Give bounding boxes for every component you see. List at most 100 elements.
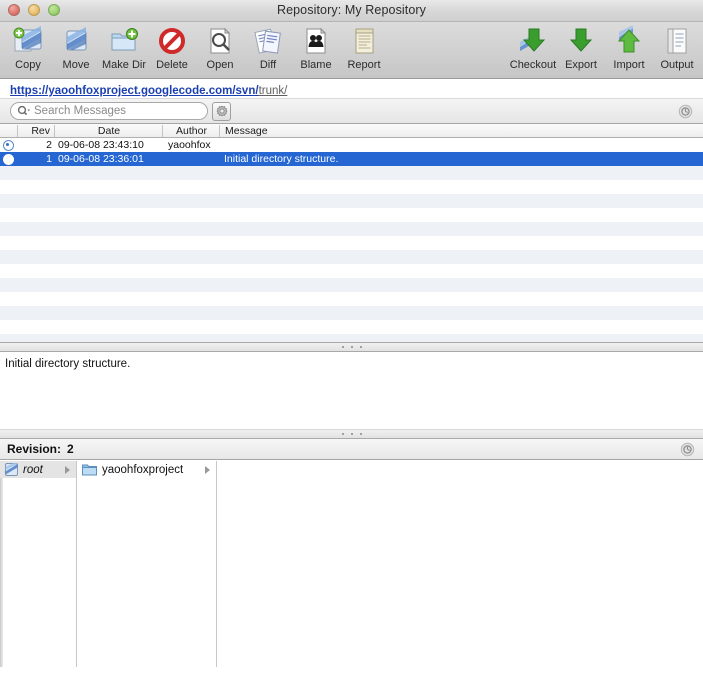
stop-progress-icon[interactable] <box>678 104 693 119</box>
search-input[interactable]: Search Messages <box>10 102 208 120</box>
diff-icon <box>253 24 283 58</box>
splitter-message-browser[interactable] <box>0 430 703 439</box>
row-author <box>168 153 218 166</box>
commit-message-pane[interactable]: Initial directory structure. <box>0 352 703 430</box>
report-icon <box>349 24 379 58</box>
toolbar-make-dir-label: Make Dir <box>101 59 146 71</box>
toolbar-make-dir-button[interactable]: Make Dir <box>100 24 148 71</box>
table-row-empty[interactable] <box>0 208 703 222</box>
toolbar-checkout-button[interactable]: Checkout <box>509 24 557 71</box>
column-header-message-label: Message <box>225 125 268 137</box>
toolbar-export-label: Export <box>565 59 597 71</box>
column-header-message[interactable]: Message <box>220 125 703 137</box>
search-options-button[interactable] <box>212 102 231 121</box>
row-date: 09-06-08 23:43:10 <box>58 139 144 151</box>
blame-icon <box>301 24 331 58</box>
browser-column-3[interactable] <box>217 461 703 667</box>
table-row-empty[interactable] <box>0 292 703 306</box>
move-svn-icon <box>61 24 91 58</box>
gear-icon <box>215 105 229 119</box>
toolbar-delete-button[interactable]: Delete <box>148 24 196 71</box>
table-row-empty[interactable] <box>0 236 703 250</box>
repository-url-base[interactable]: https://yaoohfoxproject.googlecode.com/s… <box>10 85 259 97</box>
table-row-empty[interactable] <box>0 250 703 264</box>
splitter-grip <box>338 432 365 437</box>
toolbar-move-button[interactable]: Move <box>52 24 100 71</box>
row-status-bullet <box>3 139 17 152</box>
chevron-right-icon <box>205 466 210 474</box>
toolbar-blame-button[interactable]: Blame <box>292 24 340 71</box>
row-status-bullet <box>3 153 17 166</box>
stop-progress-icon[interactable] <box>680 442 695 457</box>
copy-svn-icon <box>13 24 43 58</box>
splitter-grip <box>338 345 365 350</box>
table-row-empty[interactable] <box>0 334 703 342</box>
toolbar-diff-button[interactable]: Diff <box>244 24 292 71</box>
table-row-empty[interactable] <box>0 180 703 194</box>
repository-path-bar[interactable]: https://yaoohfoxproject.googlecode.com/s… <box>0 79 703 99</box>
revision-label-group: Revision: 2 <box>7 442 74 456</box>
browser-item-yaoohfoxproject[interactable]: yaoohfoxproject <box>77 461 216 478</box>
toolbar-move-label: Move <box>62 59 90 71</box>
column-header-rev[interactable]: Rev <box>18 125 55 137</box>
table-row-empty[interactable] <box>0 306 703 320</box>
revision-label: Revision: <box>7 442 62 456</box>
toolbar-open-label: Open <box>206 59 234 71</box>
browser-column-1[interactable]: root <box>0 461 77 667</box>
make-dir-icon <box>109 24 139 58</box>
toolbar-open-button[interactable]: Open <box>196 24 244 71</box>
toolbar-output-button[interactable]: Output <box>653 24 701 71</box>
table-row-empty[interactable] <box>0 194 703 208</box>
title-bar: Repository: My Repository <box>0 0 703 22</box>
commit-message-text: Initial directory structure. <box>5 358 131 370</box>
column-header-author[interactable]: Author <box>163 125 220 137</box>
revision-value: 2 <box>67 442 74 456</box>
table-row-empty[interactable] <box>0 264 703 278</box>
table-row-empty[interactable] <box>0 278 703 292</box>
toolbar-checkout-label: Checkout <box>509 59 557 71</box>
search-placeholder-text: Search Messages <box>34 105 127 117</box>
splitter-log-message[interactable] <box>0 343 703 352</box>
toolbar-right-group: Checkout Export Import Output <box>509 24 701 71</box>
import-icon <box>614 24 644 58</box>
browser-item-label: yaoohfoxproject <box>102 463 184 476</box>
log-table-header: Rev Date Author Message <box>0 124 703 138</box>
toolbar-report-button[interactable]: Report <box>340 24 388 71</box>
table-row-empty[interactable] <box>0 320 703 334</box>
table-row-empty[interactable] <box>0 166 703 180</box>
column-header-date[interactable]: Date <box>55 125 163 137</box>
toolbar-import-label: Import <box>613 59 645 71</box>
folder-icon <box>82 463 97 476</box>
toolbar-copy-label: Copy <box>15 59 41 71</box>
repository-window: Repository: My Repository Copy Move Make… <box>0 0 703 679</box>
repository-column-browser[interactable]: root yaoohfoxproject <box>0 460 703 667</box>
row-author: yaoohfox <box>168 139 211 151</box>
svn-root-icon <box>5 463 18 476</box>
column-header-rev-label: Rev <box>31 125 50 137</box>
row-message: Initial directory structure. <box>224 153 339 165</box>
table-row[interactable]: 1 09-06-08 23:36:01 Initial directory st… <box>0 152 703 166</box>
column-header-bullet[interactable] <box>0 125 18 137</box>
repository-url-tail[interactable]: trunk/ <box>259 85 288 97</box>
search-icon <box>17 105 30 117</box>
chevron-right-icon <box>65 466 70 474</box>
column-header-date-label: Date <box>97 125 121 137</box>
toolbar-copy-button[interactable]: Copy <box>4 24 52 71</box>
row-date: 09-06-08 23:36:01 <box>58 153 144 165</box>
browser-item-root[interactable]: root <box>0 461 76 478</box>
column-header-author-label: Author <box>176 125 207 137</box>
browser-column-2[interactable]: yaoohfoxproject <box>77 461 217 667</box>
toolbar-diff-label: Diff <box>259 59 277 71</box>
log-table-body[interactable]: 2 09-06-08 23:43:10 yaoohfox 1 09-06-08 … <box>0 138 703 343</box>
search-bar: Search Messages <box>0 99 703 124</box>
open-icon <box>205 24 235 58</box>
checkout-icon <box>518 24 548 58</box>
table-row-empty[interactable] <box>0 222 703 236</box>
export-icon <box>566 24 596 58</box>
browser-item-label: root <box>23 463 43 476</box>
toolbar-export-button[interactable]: Export <box>557 24 605 71</box>
toolbar-report-label: Report <box>347 59 381 71</box>
toolbar-import-button[interactable]: Import <box>605 24 653 71</box>
table-row[interactable]: 2 09-06-08 23:43:10 yaoohfox <box>0 138 703 152</box>
toolbar-output-label: Output <box>660 59 694 71</box>
